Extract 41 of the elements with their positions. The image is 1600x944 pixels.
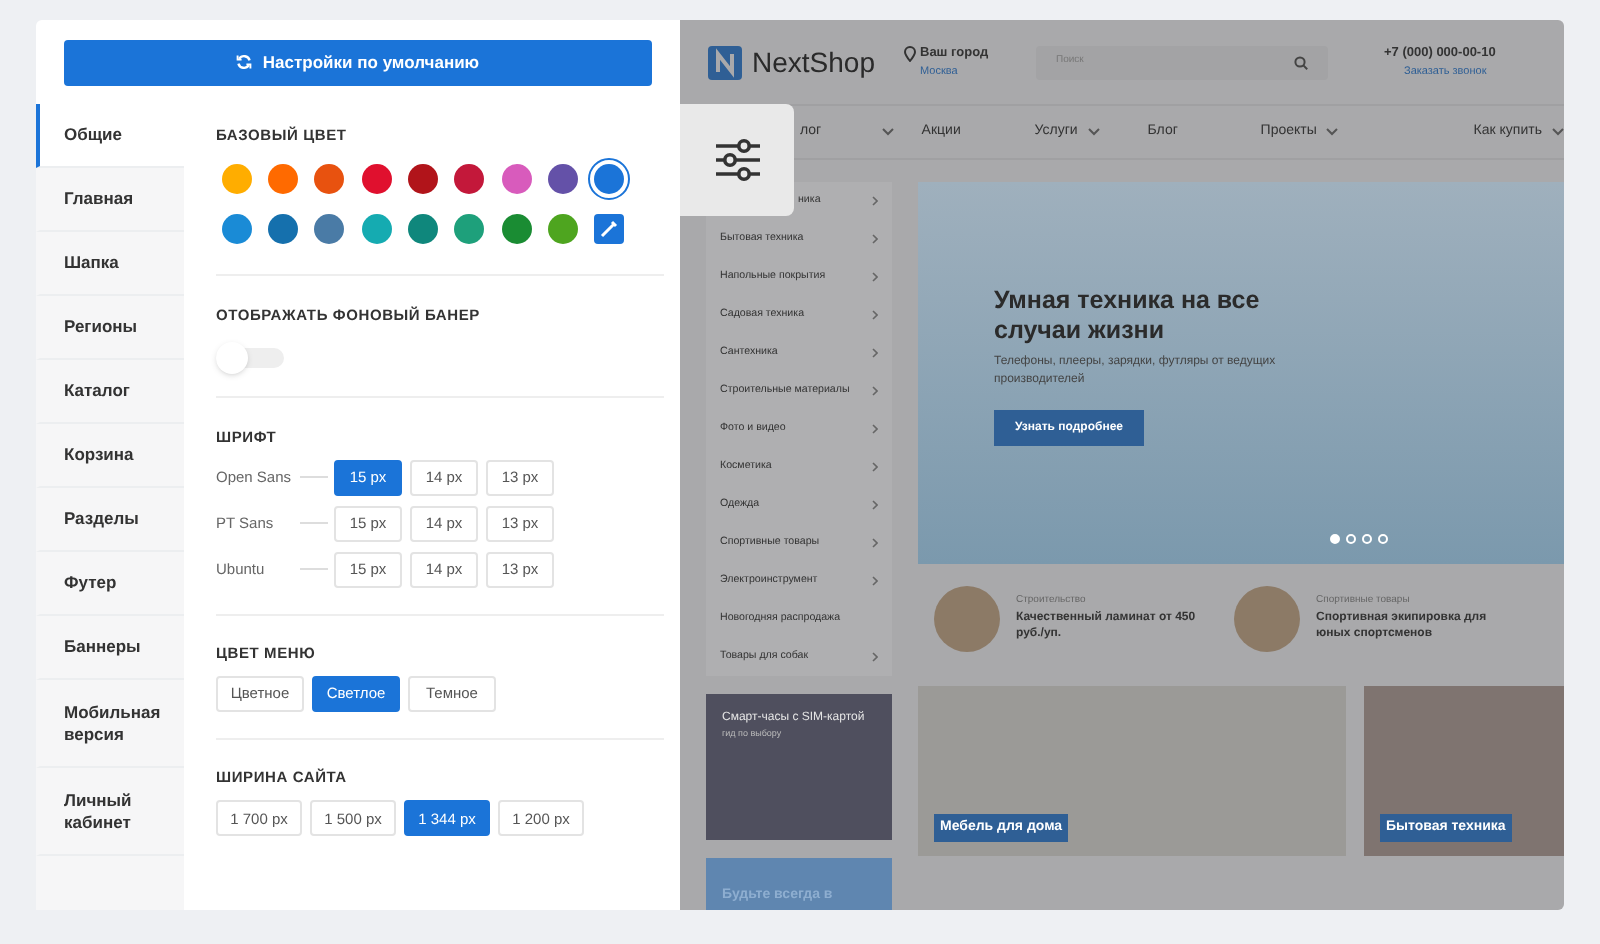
- color-swatch[interactable]: [501, 213, 531, 244]
- color-swatch[interactable]: [547, 213, 578, 244]
- color-swatch[interactable]: [454, 213, 485, 244]
- refresh-icon: [236, 54, 253, 70]
- settings-tab[interactable]: Мобильная версия: [36, 680, 184, 768]
- settings-tab[interactable]: Футер: [36, 552, 184, 616]
- color-swatch[interactable]: [267, 163, 298, 194]
- color-swatch[interactable]: [407, 213, 438, 244]
- color-swatch[interactable]: [267, 213, 298, 244]
- promo-photo: [1234, 585, 1300, 651]
- color-swatch[interactable]: [314, 213, 345, 244]
- color-swatch[interactable]: [407, 163, 438, 194]
- color-swatch[interactable]: [594, 163, 625, 194]
- settings-tab[interactable]: Общие: [36, 104, 184, 168]
- color-swatch[interactable]: [547, 163, 578, 194]
- settings-tab[interactable]: Разделы: [36, 488, 184, 552]
- color-swatch[interactable]: [314, 163, 345, 194]
- color-swatch[interactable]: [361, 163, 391, 194]
- settings-toggle-button[interactable]: [680, 104, 794, 216]
- settings-tab[interactable]: Личный кабинет: [36, 768, 184, 856]
- color-swatch[interactable]: [361, 213, 391, 244]
- settings-tab[interactable]: Главная: [36, 168, 184, 232]
- color-swatch[interactable]: [221, 163, 251, 194]
- color-swatch[interactable]: [454, 163, 485, 194]
- search-icon: [1294, 55, 1308, 69]
- promo-photo: [934, 585, 1000, 651]
- eyedropper-icon[interactable]: [594, 213, 625, 244]
- hero-title: Умная техника на все случаи жизни: [994, 286, 1262, 346]
- sliders-icon: [713, 138, 761, 182]
- reset-settings-button[interactable]: Настройки по умолчанию: [64, 39, 652, 85]
- logo-icon: [708, 45, 742, 79]
- settings-tab[interactable]: Каталог: [36, 360, 184, 424]
- settings-tab[interactable]: Баннеры: [36, 616, 184, 680]
- settings-tab[interactable]: Корзина: [36, 424, 184, 488]
- location-pin-icon: [904, 45, 916, 62]
- toggle-switch[interactable]: [216, 347, 284, 367]
- logo-text: NextShop: [752, 43, 875, 82]
- color-swatch[interactable]: [221, 213, 251, 244]
- settings-tab[interactable]: Регионы: [36, 296, 184, 360]
- settings-tab[interactable]: Шапка: [36, 232, 184, 296]
- color-swatch[interactable]: [501, 163, 531, 194]
